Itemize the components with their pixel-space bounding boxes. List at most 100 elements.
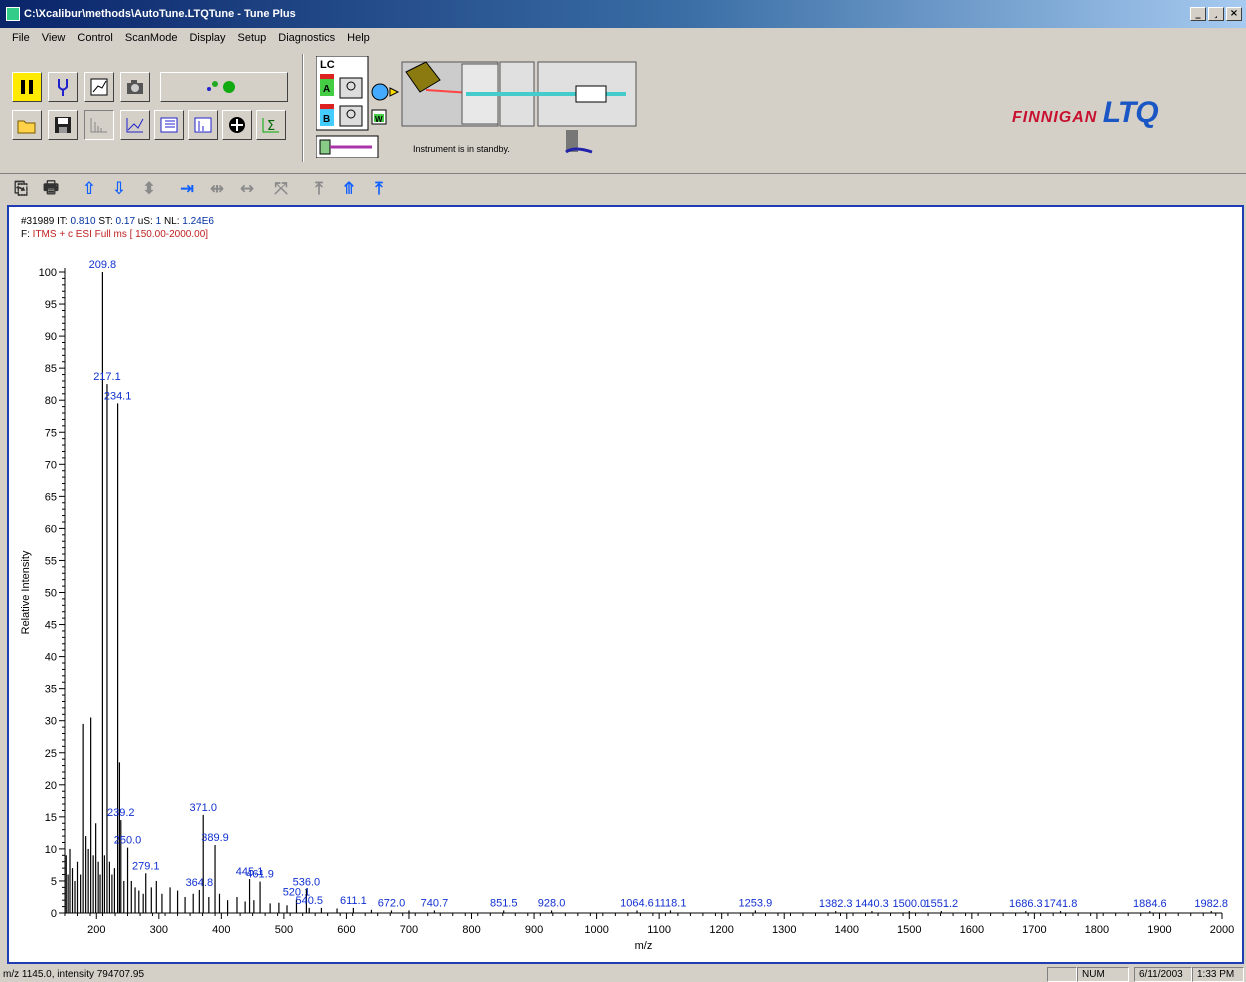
y-tick-label: 25 bbox=[45, 748, 57, 760]
peak-label: 1382.3 bbox=[819, 898, 853, 910]
close-button[interactable]: × bbox=[1226, 7, 1242, 21]
spectrum-view-icon[interactable] bbox=[84, 110, 114, 140]
menu-file[interactable]: File bbox=[6, 30, 36, 48]
y-tick-label: 80 bbox=[45, 395, 57, 407]
x-tick-label: 1400 bbox=[835, 924, 859, 936]
x-tick-label: 1900 bbox=[1147, 924, 1171, 936]
y-tick-label: 100 bbox=[39, 267, 57, 279]
lc-label: LC bbox=[320, 59, 335, 71]
x-tick-label: 400 bbox=[212, 924, 230, 936]
cursor-readout: m/z 1145.0, intensity 794707.95 bbox=[3, 969, 145, 980]
y-tick-label: 50 bbox=[45, 588, 57, 600]
y-tick-label: 65 bbox=[45, 491, 57, 503]
peak-label: 389.9 bbox=[201, 832, 229, 844]
zoom-out-x-icon[interactable]: ⇹ bbox=[206, 178, 228, 200]
menu-scanmode[interactable]: ScanMode bbox=[119, 30, 184, 48]
control-toolbar: Σ LC A B W Instrument is in standby. FIN… bbox=[0, 48, 1246, 172]
open-icon[interactable] bbox=[12, 110, 42, 140]
autoscale-icon[interactable]: ⤊ bbox=[338, 178, 360, 200]
status-date: 6/11/2003 bbox=[1134, 967, 1192, 982]
polarity-icon[interactable] bbox=[222, 110, 252, 140]
svg-text:Σ: Σ bbox=[267, 119, 275, 134]
y-tick-label: 75 bbox=[45, 427, 57, 439]
y-tick-label: 20 bbox=[45, 780, 57, 792]
peak-label: 1741.8 bbox=[1044, 898, 1078, 910]
menu-diagnostics[interactable]: Diagnostics bbox=[272, 30, 341, 48]
save-icon[interactable] bbox=[48, 110, 78, 140]
y-tick-label: 90 bbox=[45, 331, 57, 343]
y-tick-label: 60 bbox=[45, 523, 57, 535]
peak-label: 371.0 bbox=[189, 802, 217, 814]
diagnostics-chart-icon[interactable] bbox=[84, 72, 114, 102]
peak-label: 611.1 bbox=[340, 895, 367, 907]
x-tick-label: 900 bbox=[525, 924, 543, 936]
camera-icon[interactable] bbox=[120, 72, 150, 102]
arrow-down-icon[interactable]: ⇩ bbox=[108, 178, 130, 200]
tune-fork-icon[interactable] bbox=[48, 72, 78, 102]
peak-label: 1500.0 bbox=[892, 898, 926, 910]
x-tick-label: 1100 bbox=[647, 924, 671, 936]
logo-model: LTQ bbox=[1102, 96, 1159, 129]
y-tick-label: 35 bbox=[45, 684, 57, 696]
spectrum-panel[interactable]: #31989 IT: 0.810 ST: 0.17 uS: 1 NL: 1.24… bbox=[7, 205, 1244, 964]
peak-label: 279.1 bbox=[132, 860, 160, 872]
finnigan-ltq-logo: FINNIGAN LTQ bbox=[1012, 96, 1159, 130]
menu-control[interactable]: Control bbox=[71, 30, 118, 48]
peak-label: 1686.3 bbox=[1009, 898, 1043, 910]
window-title: C:\Xcalibur\methods\AutoTune.LTQTune - T… bbox=[24, 8, 296, 20]
y-tick-label: 85 bbox=[45, 363, 57, 375]
y-tick-label: 10 bbox=[45, 844, 57, 856]
peak-label: 1551.2 bbox=[924, 898, 958, 910]
y-axis-label: Relative Intensity bbox=[20, 550, 32, 634]
copy-icon[interactable]: ⎘ bbox=[10, 178, 32, 200]
peak-label: 536.0 bbox=[293, 876, 321, 888]
normalize-icon[interactable]: ⤒ bbox=[308, 178, 330, 200]
menu-help[interactable]: Help bbox=[341, 30, 376, 48]
peak-label: 1253.9 bbox=[739, 897, 773, 909]
y-tick-label: 55 bbox=[45, 555, 57, 567]
graph-view-icon[interactable] bbox=[120, 110, 150, 140]
reset-zoom-icon[interactable]: ⤧ bbox=[270, 178, 292, 200]
bar-view-icon[interactable] bbox=[188, 110, 218, 140]
pump-a-label: A bbox=[323, 84, 330, 95]
sum-icon[interactable]: Σ bbox=[256, 110, 286, 140]
zoom-in-x-icon[interactable]: ⇥ bbox=[176, 178, 198, 200]
instrument-status: Instrument is in standby. bbox=[413, 144, 510, 154]
peak-label: 540.5 bbox=[295, 895, 323, 907]
peak-label: 239.2 bbox=[107, 807, 135, 819]
menu-setup[interactable]: Setup bbox=[232, 30, 273, 48]
peak-label: 209.8 bbox=[89, 259, 117, 271]
scale-top-icon[interactable]: ⤒ bbox=[368, 178, 390, 200]
table-view-icon[interactable] bbox=[154, 110, 184, 140]
y-tick-label: 15 bbox=[45, 812, 57, 824]
x-axis-label: m/z bbox=[635, 940, 653, 952]
menu-display[interactable]: Display bbox=[183, 30, 231, 48]
waste-label: W bbox=[375, 115, 383, 124]
pause-icon[interactable] bbox=[12, 72, 42, 102]
x-tick-label: 1000 bbox=[584, 924, 608, 936]
restore-button[interactable]: ¸ bbox=[1208, 7, 1224, 21]
arrow-updown-icon[interactable]: ⬍ bbox=[138, 178, 160, 200]
status-time: 1:33 PM bbox=[1192, 967, 1244, 982]
arrow-up-icon[interactable]: ⇧ bbox=[78, 178, 100, 200]
mass-spectrum-chart[interactable]: 0 5 10 15 20 25 30 35 40 45 50 55 60 65 70 75 80 85 90 95 10… bbox=[9, 207, 1242, 962]
peak-label: 250.0 bbox=[114, 835, 142, 847]
pan-x-icon[interactable]: ↔ bbox=[236, 178, 258, 200]
print-icon[interactable]: 🖶 bbox=[40, 178, 62, 200]
y-tick-label: 30 bbox=[45, 716, 57, 728]
y-tick-label: 95 bbox=[45, 299, 57, 311]
pump-b-label: B bbox=[323, 114, 330, 125]
instrument-schematic[interactable]: LC A B W bbox=[316, 56, 638, 158]
peak-label: 234.1 bbox=[104, 390, 132, 402]
status-bar: m/z 1145.0, intensity 794707.95 NUM 6/11… bbox=[0, 966, 1246, 982]
window-controls: _ ¸ × bbox=[1190, 7, 1242, 21]
menu-view[interactable]: View bbox=[36, 30, 72, 48]
x-tick-label: 2000 bbox=[1210, 924, 1234, 936]
status-dots-icon[interactable] bbox=[160, 72, 288, 102]
x-tick-label: 700 bbox=[400, 924, 418, 936]
title-bar: C:\Xcalibur\methods\AutoTune.LTQTune - T… bbox=[0, 0, 1246, 28]
minimize-button[interactable]: _ bbox=[1190, 7, 1206, 21]
peak-label: 364.8 bbox=[186, 877, 214, 889]
peak-label: 851.5 bbox=[490, 897, 518, 909]
y-tick-label: 5 bbox=[51, 876, 57, 888]
